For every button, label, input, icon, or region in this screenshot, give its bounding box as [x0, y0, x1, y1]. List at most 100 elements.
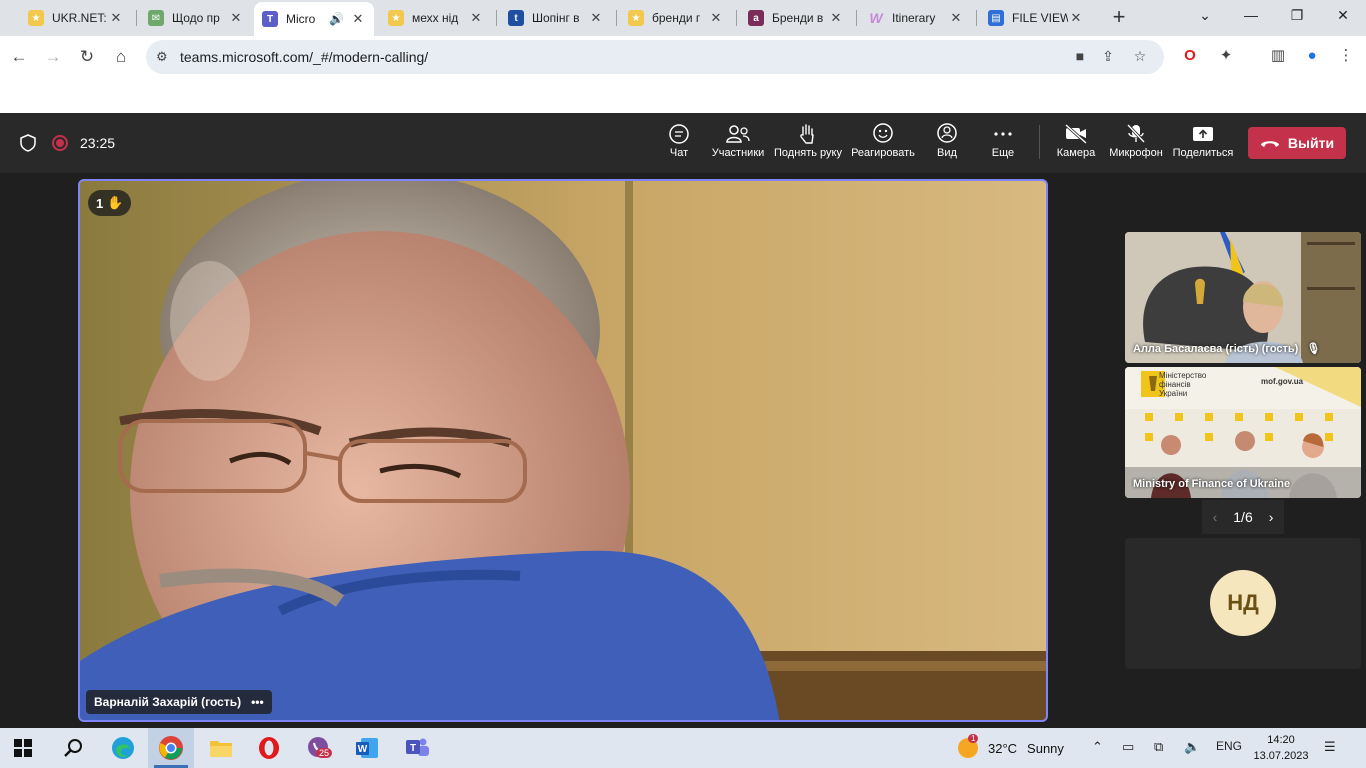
hang-up-phone-icon: [1260, 141, 1279, 147]
forward-arrow-icon[interactable]: →: [40, 44, 66, 70]
participant-name: Ministry of Finance of Ukraine: [1133, 478, 1291, 490]
volume-icon[interactable]: 🔈: [1184, 739, 1200, 755]
microphone-button[interactable]: Микрофон: [1106, 121, 1166, 167]
audio-playing-icon[interactable]: 🔊: [329, 12, 344, 26]
camera-button[interactable]: Камера: [1052, 121, 1100, 167]
close-tab-icon[interactable]: ✕: [468, 10, 484, 26]
tab-title: Щодо пр: [172, 11, 220, 25]
participant-tile[interactable]: Міністерство фінансів України mof.gov.ua…: [1125, 367, 1361, 498]
previous-page-chevron-icon[interactable]: ‹: [1213, 509, 1218, 525]
close-window-button[interactable]: ✕: [1320, 0, 1366, 30]
minimize-button[interactable]: —: [1228, 0, 1274, 30]
camera-label: Камера: [1056, 147, 1096, 159]
back-arrow-icon[interactable]: ←: [6, 44, 32, 70]
leave-label: Выйти: [1287, 135, 1335, 151]
browser-tab[interactable]: t Шопінг в ✕: [500, 4, 612, 32]
browser-tab[interactable]: ★ мехх нід ✕: [380, 4, 492, 32]
browser-menu-icon[interactable]: ⋮: [1335, 45, 1357, 67]
close-tab-icon[interactable]: ✕: [828, 10, 844, 26]
battery-icon[interactable]: ▭: [1122, 739, 1134, 755]
participants-button[interactable]: Участники: [708, 121, 768, 167]
new-tab-button[interactable]: +: [1106, 6, 1132, 30]
show-hidden-icons-chevron-icon[interactable]: ⌃: [1092, 739, 1103, 755]
svg-text:W: W: [358, 744, 368, 755]
close-tab-icon[interactable]: ✕: [708, 10, 724, 26]
home-icon[interactable]: ⌂: [108, 44, 134, 70]
ukrnet-favicon-icon: ★: [28, 10, 44, 26]
tab-title: бренди г: [652, 11, 701, 25]
browser-tab-active[interactable]: T Micro 🔊 ✕: [254, 2, 374, 36]
file-explorer-icon[interactable]: [206, 734, 236, 762]
extensions-puzzle-icon[interactable]: ✦: [1215, 45, 1237, 67]
teams-app-icon[interactable]: T: [402, 734, 432, 762]
chrome-browser-icon[interactable]: [156, 734, 186, 762]
close-tab-icon[interactable]: ✕: [1068, 10, 1084, 26]
opera-browser-icon[interactable]: [254, 734, 284, 762]
clock-time: 14:20: [1267, 734, 1295, 746]
share-page-icon[interactable]: ⇪: [1098, 48, 1118, 68]
close-tab-icon[interactable]: ✕: [350, 11, 366, 27]
edge-browser-icon[interactable]: [108, 734, 138, 762]
next-page-chevron-icon[interactable]: ›: [1269, 509, 1274, 525]
viber-notification-badge: 25: [316, 748, 333, 758]
site-favicon-icon: W: [869, 10, 883, 26]
bookmarks-bar-area: [0, 78, 1366, 113]
tab-title: Бренди в: [772, 11, 824, 25]
participant-tile[interactable]: Алла Басалаєва (гість) (гость) 🎙: [1125, 232, 1361, 363]
browser-tab[interactable]: ✉ Щодо пр ✕: [140, 4, 252, 32]
browser-tab[interactable]: ★ бренди г ✕: [620, 4, 732, 32]
restore-button[interactable]: ❐: [1274, 0, 1320, 30]
weather-widget[interactable]: 1 32°C Sunny: [958, 734, 1064, 758]
notifications-icon[interactable]: ☰: [1324, 739, 1336, 755]
browser-toolbar: ← → ↻ ⌂ ⚙ teams.microsoft.com/_#/modern-…: [0, 36, 1366, 78]
view-button[interactable]: Вид: [928, 121, 966, 167]
ukrnet-favicon-icon: ★: [388, 10, 404, 26]
word-app-icon[interactable]: W: [352, 734, 382, 762]
system-clock[interactable]: 14:20 13.07.2023: [1250, 732, 1312, 764]
more-label: Еще: [991, 147, 1015, 159]
weather-description: Sunny: [1027, 740, 1064, 756]
network-icon[interactable]: ⧉: [1154, 739, 1163, 755]
opera-extension-icon[interactable]: O: [1179, 45, 1201, 67]
leave-meeting-button[interactable]: Выйти: [1248, 127, 1346, 159]
main-video-tile[interactable]: 1 ✋ Варналій Захарій (гость) •••: [78, 179, 1048, 722]
view-label: Вид: [937, 147, 957, 159]
side-panel-icon[interactable]: ▥: [1267, 45, 1289, 67]
share-button[interactable]: Поделиться: [1172, 121, 1234, 167]
site-info-icon[interactable]: ⚙: [156, 49, 168, 65]
language-indicator[interactable]: ENG: [1216, 739, 1242, 753]
svg-text:T: T: [410, 743, 416, 754]
viber-icon[interactable]: 25: [304, 734, 334, 762]
react-button[interactable]: Реагировать: [850, 121, 916, 167]
windows-start-icon[interactable]: [8, 734, 38, 762]
raise-hand-button[interactable]: Поднять руку: [772, 121, 844, 167]
close-tab-icon[interactable]: ✕: [948, 10, 964, 26]
camera-blocked-icon[interactable]: ■: [1070, 48, 1090, 68]
participants-icon: [726, 125, 750, 143]
tab-title: Itinerary: [892, 11, 936, 25]
ministry-banner-text: Міністерство фінансів України: [1159, 371, 1207, 398]
reload-icon[interactable]: ↻: [74, 44, 100, 70]
more-button[interactable]: Еще: [984, 121, 1022, 167]
participant-options-icon[interactable]: •••: [251, 695, 264, 709]
browser-tab[interactable]: ▤ FILE VIEW ✕: [980, 4, 1092, 32]
recording-indicator-icon: [52, 135, 68, 151]
url-text[interactable]: teams.microsoft.com/_#/modern-calling/: [180, 49, 428, 65]
shield-icon[interactable]: [19, 134, 37, 152]
browser-tab[interactable]: ★ UKR.NET: ✕: [20, 4, 132, 32]
search-icon[interactable]: [58, 734, 88, 762]
chat-button[interactable]: Чат: [660, 121, 698, 167]
address-bar[interactable]: ⚙ teams.microsoft.com/_#/modern-calling/…: [146, 40, 1164, 74]
tab-search-chevron-icon[interactable]: ⌄: [1182, 0, 1228, 30]
chat-icon: [669, 124, 689, 144]
profile-avatar-icon[interactable]: ●: [1301, 45, 1323, 67]
participant-avatar-tile[interactable]: НД: [1125, 538, 1361, 669]
browser-tab[interactable]: W Itinerary ✕: [860, 4, 972, 32]
close-tab-icon[interactable]: ✕: [588, 10, 604, 26]
browser-tab[interactable]: a Бренди в ✕: [740, 4, 852, 32]
browser-tab-strip: ★ UKR.NET: ✕ ✉ Щодо пр ✕ T Micro 🔊 ✕ ★ м…: [0, 0, 1366, 36]
close-tab-icon[interactable]: ✕: [108, 10, 124, 26]
close-tab-icon[interactable]: ✕: [228, 10, 244, 26]
bookmark-star-icon[interactable]: ☆: [1130, 48, 1150, 68]
tab-title: Micro: [286, 12, 316, 26]
